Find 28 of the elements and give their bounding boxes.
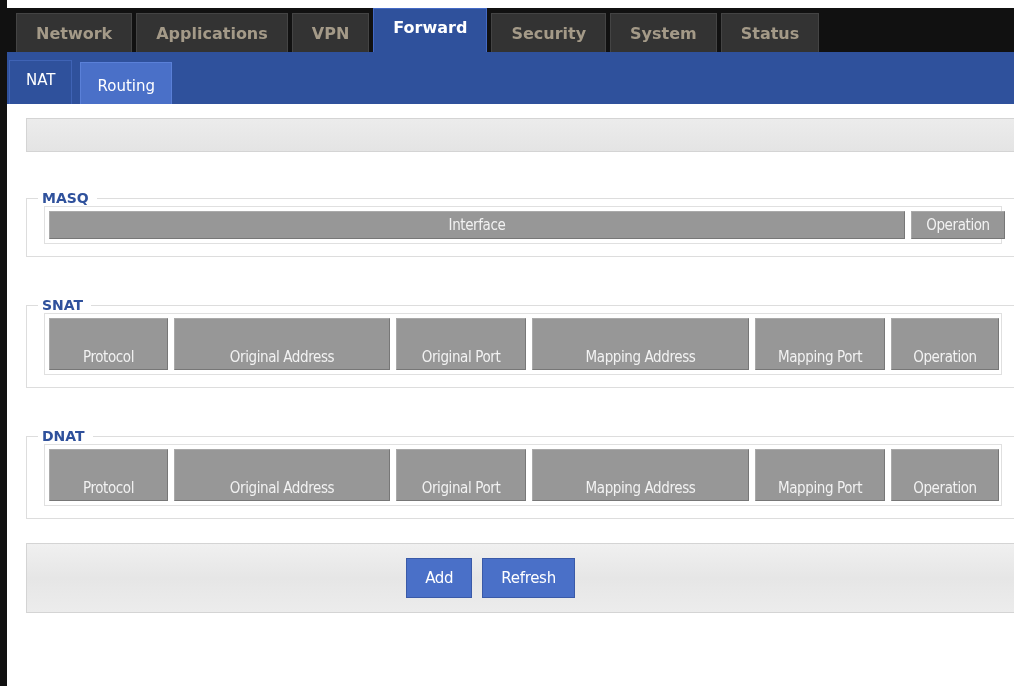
column-header: Protocol xyxy=(49,449,168,501)
nav-tab[interactable]: Forward xyxy=(373,8,488,52)
column-header: Operation xyxy=(891,449,999,501)
refresh-button[interactable]: Refresh xyxy=(482,558,575,598)
section-title: DNAT xyxy=(41,428,86,444)
column-header: Operation xyxy=(891,318,999,370)
column-header: Interface xyxy=(49,211,905,239)
nav-tab[interactable]: System xyxy=(610,13,717,52)
sub-tab[interactable]: NAT xyxy=(9,60,73,104)
sub-tab[interactable]: Routing xyxy=(80,62,172,104)
section-title: SNAT xyxy=(41,297,85,313)
column-header: Mapping Address xyxy=(532,318,749,370)
nav-tab[interactable]: Applications xyxy=(136,13,288,52)
nav-tab[interactable]: Status xyxy=(720,13,820,52)
column-header: Protocol xyxy=(49,318,168,370)
nav-tab[interactable]: Security xyxy=(491,13,607,52)
column-header: Original Port xyxy=(396,449,526,501)
column-header: Mapping Port xyxy=(755,318,885,370)
column-header: Original Address xyxy=(174,318,390,370)
nav-tab[interactable]: VPN xyxy=(291,13,370,52)
add-button[interactable]: Add xyxy=(406,558,473,598)
column-header: Mapping Port xyxy=(755,449,885,501)
column-header: Original Address xyxy=(174,449,390,501)
nav-tab[interactable]: Network xyxy=(16,13,133,52)
section-title: MASQ xyxy=(41,190,90,206)
column-header: Original Port xyxy=(396,318,526,370)
column-header: Operation xyxy=(911,211,1005,239)
column-header: Mapping Address xyxy=(532,449,749,501)
